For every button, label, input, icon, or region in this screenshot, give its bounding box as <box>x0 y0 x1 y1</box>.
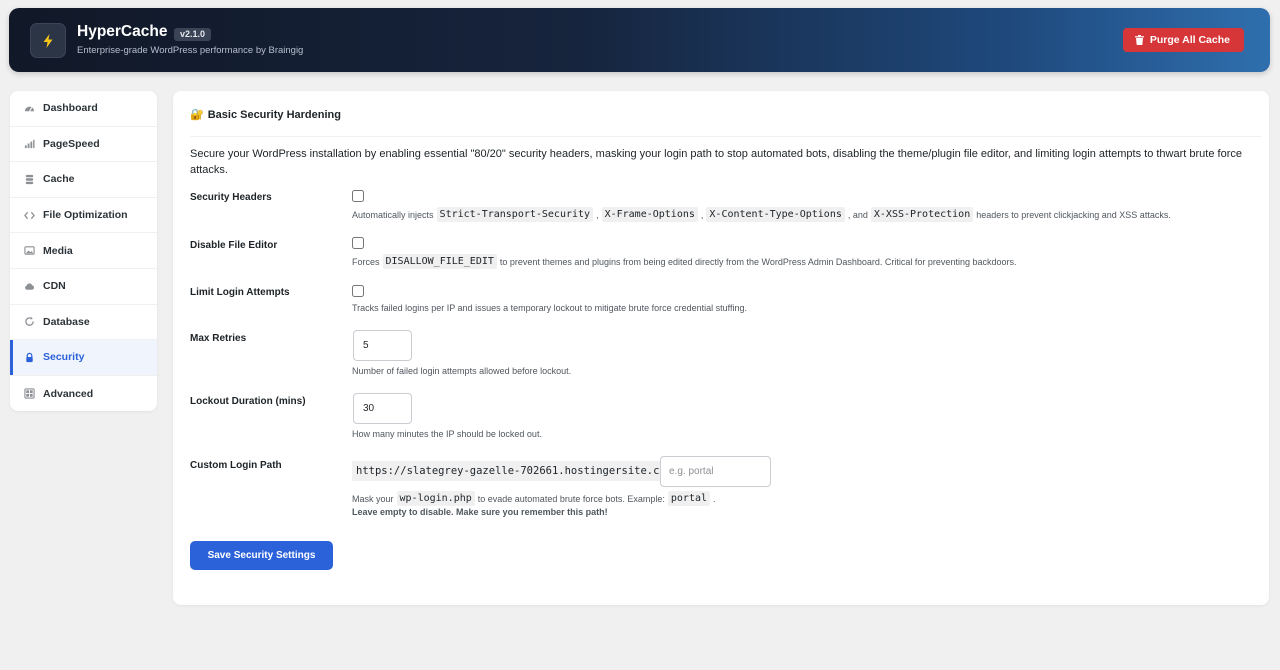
custom-login-path-desc: Mask your wp-login.php to evade automate… <box>352 491 716 506</box>
sidebar-item-label: Media <box>43 244 73 257</box>
save-security-settings-button[interactable]: Save Security Settings <box>190 541 333 570</box>
dashboard-icon <box>24 103 35 114</box>
sidebar-item-dashboard[interactable]: Dashboard <box>10 91 157 127</box>
sidebar-item-cache[interactable]: Cache <box>10 162 157 198</box>
security-headers-label: Security Headers <box>190 192 272 203</box>
limit-login-attempts-label: Limit Login Attempts <box>190 287 290 298</box>
desc-text: Mask your <box>352 493 394 504</box>
intro-text: Secure your WordPress installation by en… <box>190 148 1242 176</box>
disable-file-editor-checkbox[interactable] <box>352 237 364 249</box>
code-wp-login: wp-login.php <box>396 491 475 506</box>
trash-icon <box>1134 35 1144 45</box>
app-title: HyperCache <box>77 23 168 40</box>
app-subtitle: Enterprise-grade WordPress performance b… <box>77 45 304 56</box>
custom-login-path-label: Custom Login Path <box>190 460 282 471</box>
sidebar-item-label: Cache <box>43 173 75 186</box>
sidebar-item-label: Dashboard <box>43 102 98 115</box>
sidebar-item-database[interactable]: Database <box>10 305 157 341</box>
lock-icon <box>24 352 35 363</box>
desc-text: , and <box>847 209 868 220</box>
max-retries-label: Max Retries <box>190 333 247 344</box>
desc-text: , <box>700 209 704 220</box>
lockout-duration-label: Lockout Duration (mins) <box>190 396 306 407</box>
desc-text: to prevent themes and plugins from being… <box>499 256 1017 267</box>
sidebar-item-media[interactable]: Media <box>10 233 157 269</box>
purge-button-label: Purge All Cache <box>1149 34 1230 46</box>
lockout-duration-input[interactable] <box>353 393 412 424</box>
code-brackets-icon <box>24 210 35 221</box>
sidebar-item-label: CDN <box>43 280 66 293</box>
login-path-warning: Leave empty to disable. Make sure you re… <box>352 507 608 517</box>
code-x-xss-protection: X-XSS-Protection <box>870 207 974 222</box>
disable-file-editor-desc: Forces DISALLOW_FILE_EDIT to prevent the… <box>352 254 1016 269</box>
image-icon <box>24 245 35 256</box>
sidebar-item-cdn[interactable]: CDN <box>10 269 157 305</box>
sidebar-item-security[interactable]: Security <box>10 340 157 376</box>
code-x-frame-options: X-Frame-Options <box>601 207 698 222</box>
section-title-text: Basic Security Hardening <box>207 108 341 121</box>
sidebar-nav: Dashboard PageSpeed Cache File Optimizat… <box>10 91 157 411</box>
desc-text: to evade automated brute force bots. Exa… <box>477 493 665 504</box>
login-url-prefix: https://slategrey-gazelle-702661.hosting… <box>352 461 683 481</box>
sidebar-item-label: File Optimization <box>43 209 128 222</box>
max-retries-input[interactable] <box>353 330 412 361</box>
limit-login-attempts-checkbox[interactable] <box>352 285 364 297</box>
sidebar-item-label: Database <box>43 315 90 328</box>
sidebar-item-advanced[interactable]: Advanced <box>10 376 157 411</box>
code-hsts: Strict-Transport-Security <box>436 207 594 222</box>
lock-key-icon: 🔐 <box>190 109 204 121</box>
sidebar-item-label: PageSpeed <box>43 137 100 150</box>
section-title: 🔐 Basic Security Hardening <box>190 108 1261 137</box>
code-portal: portal <box>667 491 711 506</box>
sidebar-item-label: Advanced <box>43 387 94 400</box>
desc-text: Automatically injects <box>352 209 434 220</box>
code-x-content-type-options: X-Content-Type-Options <box>706 207 845 222</box>
security-headers-desc: Automatically injects Strict-Transport-S… <box>352 207 1171 222</box>
custom-login-path-input[interactable] <box>660 456 771 487</box>
database-stack-icon <box>24 174 35 185</box>
purge-all-cache-button[interactable]: Purge All Cache <box>1122 28 1244 52</box>
limit-login-attempts-desc: Tracks failed logins per IP and issues a… <box>352 303 748 313</box>
sidebar-item-label: Security <box>43 351 85 364</box>
desc-text: Forces <box>352 256 380 267</box>
security-settings-card: 🔐 Basic Security Hardening Secure your W… <box>173 91 1269 605</box>
sidebar-item-file-optimization[interactable]: File Optimization <box>10 198 157 234</box>
security-headers-checkbox[interactable] <box>352 190 364 202</box>
sidebar-item-pagespeed[interactable]: PageSpeed <box>10 127 157 163</box>
lockout-duration-desc: How many minutes the IP should be locked… <box>352 429 542 439</box>
version-badge: v2.1.0 <box>174 28 212 41</box>
app-header: HyperCache v2.1.0 Enterprise-grade WordP… <box>9 8 1270 72</box>
desc-text: headers to prevent clickjacking and XSS … <box>976 209 1171 220</box>
grid-icon <box>24 388 35 399</box>
disable-file-editor-label: Disable File Editor <box>190 240 278 251</box>
cloud-icon <box>24 281 35 292</box>
chart-bars-icon <box>24 138 35 149</box>
refresh-icon <box>24 316 35 327</box>
code-disallow-file-edit: DISALLOW_FILE_EDIT <box>382 254 497 269</box>
desc-text: , <box>596 209 599 220</box>
max-retries-desc: Number of failed login attempts allowed … <box>352 366 572 376</box>
desc-text: . <box>713 493 716 504</box>
lightning-icon <box>30 23 66 58</box>
